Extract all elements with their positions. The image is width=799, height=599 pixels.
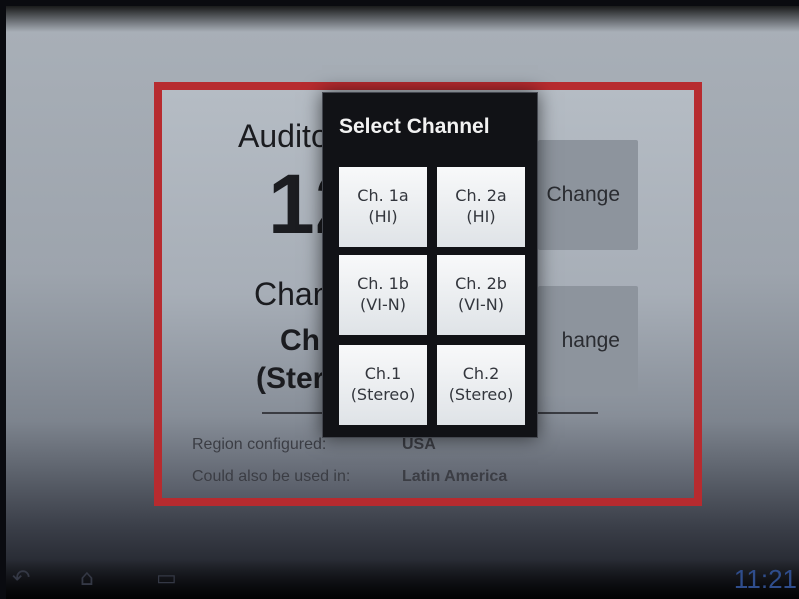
region-configured-label: Region configured: [192,436,327,453]
channel-button-line2: (HI) [368,207,398,226]
channel-subtitle: (Ster [256,362,325,395]
channel-2-stereo-button[interactable]: Ch.2 (Stereo) [437,345,525,425]
change-channel-button[interactable]: hange [538,286,638,396]
clock: 11:21 [733,564,797,594]
dialog-title: Select Channel [339,115,490,138]
channel-button-line1: Ch.1 [364,364,402,384]
recent-apps-icon[interactable]: ▭ [156,566,177,591]
channel-button-line1: Ch. 1a [357,186,409,206]
channel-1b-button[interactable]: Ch. 1b (VI-N) [339,255,427,335]
also-used-in-value: Latin America [402,468,508,485]
status-bar-shadow [6,6,799,32]
also-used-in-label: Could also be used in: [192,468,351,485]
channel-button-line2: (VI-N) [360,295,406,314]
channel-label: Chan [254,276,331,312]
region-configured-value: USA [402,436,436,453]
change-auditorium-button[interactable]: Change [538,140,638,250]
select-channel-dialog: Select Channel Ch. 1a (HI) Ch. 2a (HI) C… [322,92,538,438]
channel-button-line1: Ch. 2a [455,186,507,206]
channel-button-line1: Ch. 2b [455,274,507,294]
region-configured-row: Region configured: USA [192,436,436,454]
channel-button-line2: (HI) [466,207,496,226]
channel-button-line2: (VI-N) [458,295,504,314]
also-used-in-row: Could also be used in: Latin America [192,468,507,486]
navigation-bar: ↶ ⌂ ▭ 11:21 [6,559,799,599]
back-icon[interactable]: ↶ [12,566,30,591]
channel-1-stereo-button[interactable]: Ch.1 (Stereo) [339,345,427,425]
auditorium-label: Audito [238,118,329,154]
channel-2b-button[interactable]: Ch. 2b (VI-N) [437,255,525,335]
channel-button-line1: Ch.2 [462,364,500,384]
channel-1a-button[interactable]: Ch. 1a (HI) [339,167,427,247]
channel-button-line2: (Stereo) [350,385,416,404]
device-screen: Audito 12 Change Chan Ch. (Ster hange Re… [6,6,799,599]
home-icon[interactable]: ⌂ [80,566,94,591]
channel-button-line2: (Stereo) [448,385,514,404]
channel-2a-button[interactable]: Ch. 2a (HI) [437,167,525,247]
channel-button-line1: Ch. 1b [357,274,409,294]
